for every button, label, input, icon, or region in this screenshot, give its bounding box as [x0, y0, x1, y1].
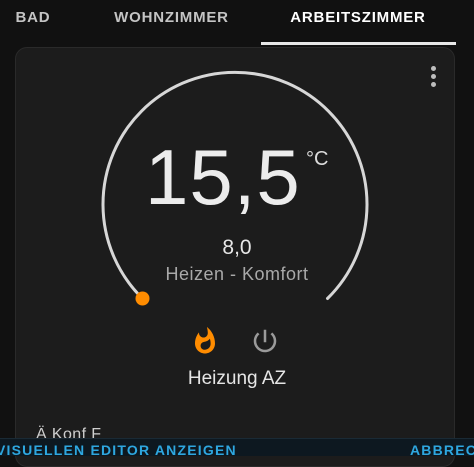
mode-heat-button[interactable]	[190, 326, 220, 356]
cancel-button[interactable]: ABBRECH	[410, 442, 474, 458]
flame-icon	[195, 326, 215, 354]
mode-off-button[interactable]	[250, 326, 280, 356]
hvac-status: Heizen - Komfort	[165, 264, 309, 284]
entity-name: Heizung AZ	[187, 368, 287, 389]
dial-handle[interactable]	[135, 291, 150, 306]
power-icon	[253, 329, 277, 353]
temperature-unit: °C	[306, 148, 329, 170]
dialog-action-bar: VISUELLEN EDITOR ANZEIGEN ABBRECH	[0, 438, 474, 458]
target-temperature: 15,5	[145, 133, 301, 221]
current-value: 8,0	[222, 236, 252, 259]
show-visual-editor-button[interactable]: VISUELLEN EDITOR ANZEIGEN	[0, 442, 237, 458]
